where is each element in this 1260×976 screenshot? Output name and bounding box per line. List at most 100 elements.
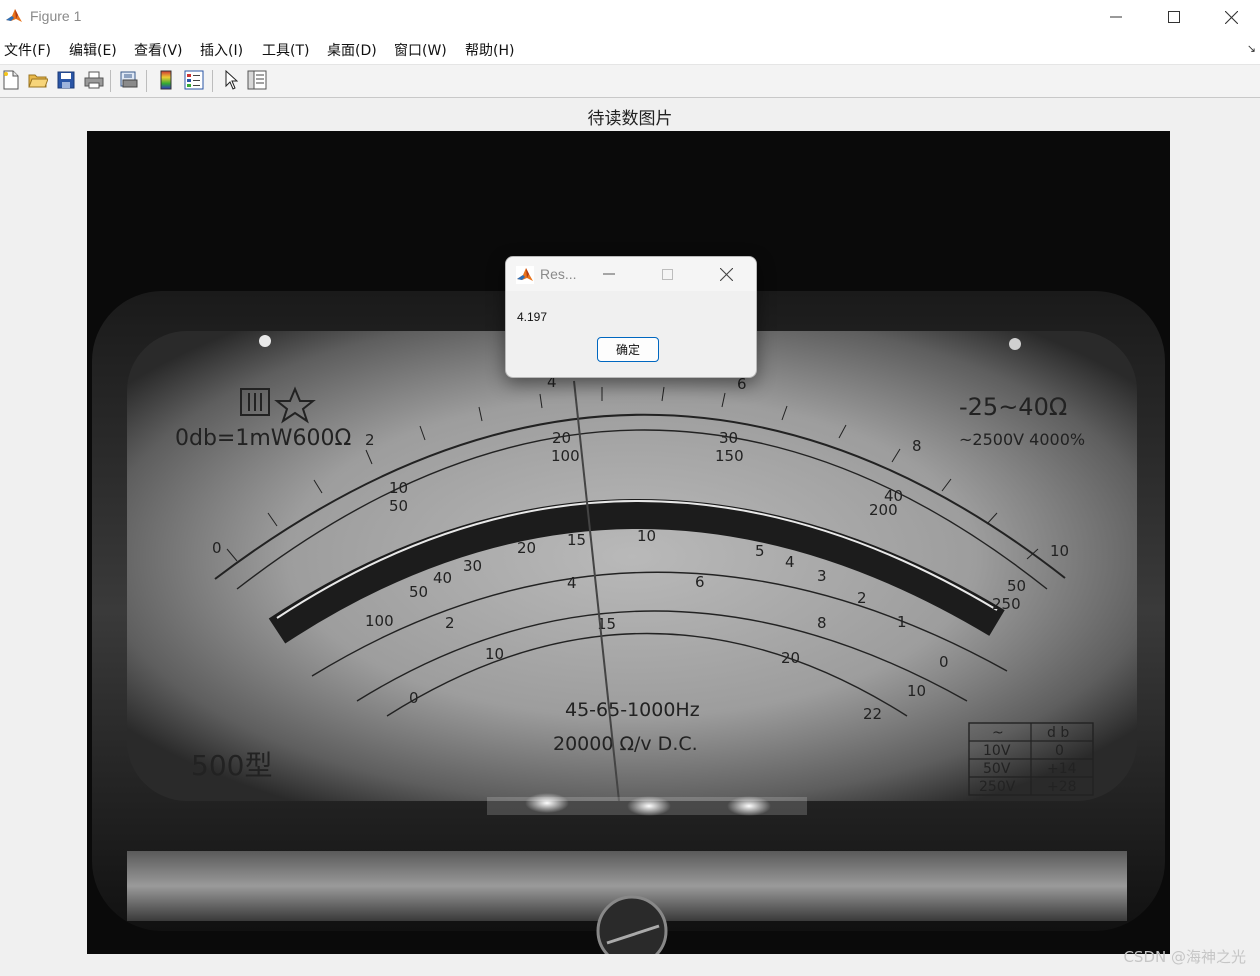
scale-label: 250 <box>992 595 1021 613</box>
new-figure-icon <box>3 70 19 90</box>
meter-frequency: 45-65-1000Hz <box>565 699 700 721</box>
meter-badge: 0db=1mW600Ω <box>175 426 351 451</box>
table-cell: +14 <box>1047 761 1077 777</box>
scale-label: 10 <box>907 682 926 700</box>
print-preview-icon <box>120 71 138 88</box>
scale-label: 1 <box>897 613 907 631</box>
table-cell: 250V <box>979 779 1016 795</box>
menu-help[interactable]: 帮助(H) <box>465 40 514 60</box>
scale-label: 150 <box>715 447 744 465</box>
scale-label: 6 <box>695 573 705 591</box>
scale-label: 8 <box>912 437 922 455</box>
menu-desktop[interactable]: 桌面(D) <box>327 40 377 60</box>
scale-label: 10 <box>1050 542 1069 560</box>
meter-range: -25~40Ω <box>959 393 1067 421</box>
menu-bar: 文件(F) 编辑(E) 查看(V) 插入(I) 工具(T) 桌面(D) 窗口(W… <box>0 34 1260 65</box>
menu-edit[interactable]: 编辑(E) <box>69 40 117 60</box>
toolbar-separator <box>110 70 111 92</box>
figure-title: 待读数图片 <box>587 109 673 129</box>
meter-model: 500型 <box>191 749 272 782</box>
table-cell: 50V <box>983 761 1011 777</box>
legend-button[interactable] <box>183 69 205 91</box>
scale-label: 20 <box>517 539 536 557</box>
save-button[interactable] <box>55 69 77 91</box>
scale-label: 30 <box>463 557 482 575</box>
colorbar-icon <box>160 70 172 90</box>
toolbar-separator <box>212 70 213 92</box>
figure-toolbar <box>0 65 1260 98</box>
property-editor-button[interactable] <box>246 69 268 91</box>
dialog-maximize-button[interactable] <box>647 257 687 291</box>
ok-button[interactable]: 确定 <box>597 337 659 362</box>
colorbar-button[interactable] <box>155 69 177 91</box>
menu-insert[interactable]: 插入(I) <box>200 40 243 60</box>
meter-spec: ~2500V 4000% <box>959 430 1085 449</box>
close-icon <box>719 267 733 281</box>
property-editor-icon <box>247 70 267 90</box>
table-cell: 10V <box>983 743 1011 759</box>
table-cell: +28 <box>1047 779 1077 795</box>
minimize-icon <box>1110 16 1122 18</box>
save-icon <box>57 71 75 89</box>
scale-label: 2 <box>445 614 455 632</box>
scale-label: 100 <box>551 447 580 465</box>
legend-icon <box>184 70 204 90</box>
dialog-title: Res... <box>540 266 577 282</box>
scale-label: 200 <box>869 501 898 519</box>
scale-label: 10 <box>637 527 656 545</box>
scale-label: 5 <box>755 542 765 560</box>
meter-photo: 0 2 4 6 8 10 10 20 30 40 50 50 100 150 2… <box>87 131 1170 954</box>
maximize-icon <box>661 268 673 280</box>
scale-label: 15 <box>567 531 586 549</box>
scale-label: 0 <box>212 539 222 557</box>
table-header: ~ <box>992 725 1004 741</box>
scale-label: 3 <box>817 567 827 585</box>
scale-label: 100 <box>365 612 394 630</box>
watermark: CSDN @海神之光 <box>1123 948 1246 966</box>
image-axes: 0 2 4 6 8 10 10 20 30 40 50 50 100 150 2… <box>87 131 1170 954</box>
table-cell: 0 <box>1055 743 1064 759</box>
print-preview-button[interactable] <box>118 69 140 91</box>
scale-label: 10 <box>485 645 504 663</box>
scale-label: 30 <box>719 429 738 447</box>
open-file-button[interactable] <box>27 69 49 91</box>
meter-sensitivity: 20000 Ω/v D.C. <box>553 733 698 755</box>
scale-label: 2 <box>857 589 867 607</box>
close-icon <box>1224 10 1238 24</box>
scale-label: 40 <box>433 569 452 587</box>
scale-label: 20 <box>552 429 571 447</box>
scale-label: 50 <box>409 583 428 601</box>
pointer-icon <box>225 70 238 90</box>
scale-label: 4 <box>785 553 795 571</box>
dialog-minimize-button[interactable] <box>589 257 629 291</box>
scale-label: 50 <box>1007 577 1026 595</box>
minimize-icon <box>603 273 615 275</box>
close-button[interactable] <box>1202 0 1260 34</box>
scale-label: 0 <box>939 653 949 671</box>
menu-window[interactable]: 窗口(W) <box>394 40 447 60</box>
toolbar-separator <box>146 70 147 92</box>
dialog-titlebar[interactable]: Res... <box>506 257 756 291</box>
menu-view[interactable]: 查看(V) <box>134 40 183 60</box>
minimize-button[interactable] <box>1087 0 1145 34</box>
dialog-close-button[interactable] <box>706 257 746 291</box>
scale-label: 22 <box>863 705 882 723</box>
scale-label: 2 <box>365 431 375 449</box>
result-dialog: Res... 4.197 确定 <box>505 256 757 378</box>
open-file-icon <box>28 74 48 88</box>
new-figure-button[interactable] <box>0 69 22 91</box>
matlab-icon <box>5 7 23 25</box>
scale-label: 20 <box>781 649 800 667</box>
table-header: d b <box>1047 725 1069 741</box>
scale-label: 10 <box>389 479 408 497</box>
menu-file[interactable]: 文件(F) <box>4 40 51 60</box>
print-button[interactable] <box>83 69 105 91</box>
dialog-message: 4.197 <box>517 310 548 324</box>
menu-tools[interactable]: 工具(T) <box>262 40 309 60</box>
print-icon <box>84 71 104 89</box>
maximize-button[interactable] <box>1145 0 1203 34</box>
pointer-button[interactable] <box>220 69 242 91</box>
scale-label: 50 <box>389 497 408 515</box>
dock-arrow-icon[interactable]: ↘ <box>1247 42 1256 55</box>
maximize-icon <box>1168 11 1180 23</box>
